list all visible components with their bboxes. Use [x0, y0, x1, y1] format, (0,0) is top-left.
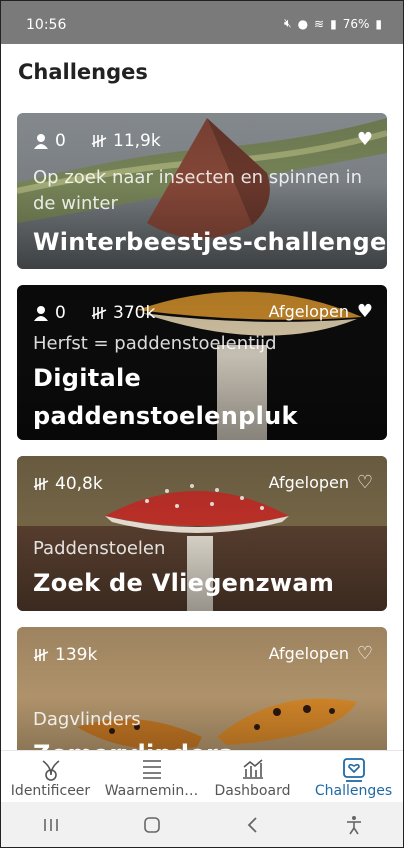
observations-stat: 40,8k	[33, 474, 103, 494]
observations-count: 370k	[113, 303, 156, 323]
observations-count: 40,8k	[55, 474, 103, 494]
tally-icon	[33, 478, 49, 490]
status-label: Afgelopen	[268, 302, 349, 321]
status-label: Afgelopen	[268, 473, 349, 492]
back-icon[interactable]	[243, 816, 263, 834]
card-subtitle: Op zoek naar insecten en spinnen in de w…	[33, 167, 363, 214]
participants-count: 0	[55, 131, 66, 151]
clock: 10:56	[26, 17, 67, 33]
nav-item-waarnemingen[interactable]: Waarnemin…	[101, 751, 202, 803]
favorite-heart-outline-icon[interactable]: ♡	[357, 474, 373, 492]
nav-item-identificeer[interactable]: Identificeer	[0, 751, 101, 803]
heart-badge-icon	[342, 758, 365, 782]
identify-icon	[42, 760, 59, 781]
tally-icon	[91, 135, 107, 147]
card-title: Winterbeestjes-challenge	[33, 228, 387, 256]
card-subtitle: Paddenstoelen	[33, 538, 166, 559]
tally-icon	[91, 307, 107, 319]
list-icon	[142, 760, 161, 779]
nav-item-dashboard[interactable]: Dashboard	[202, 751, 303, 803]
status-label: Afgelopen	[268, 644, 349, 663]
page-title: Challenges	[18, 60, 148, 84]
location-icon: ●	[297, 16, 309, 31]
favorite-heart-icon[interactable]: ♥	[357, 131, 373, 149]
mute-icon: 🔇︎	[284, 16, 292, 30]
battery-icon: ▮	[375, 16, 382, 31]
challenge-list[interactable]: 0 11,9k ♥ Op zoek naar insecten en spinn…	[0, 104, 404, 750]
observations-stat: 11,9k	[91, 131, 161, 151]
observations-count: 139k	[55, 645, 98, 665]
observations-stat: 139k	[33, 645, 97, 665]
system-navigation-bar	[0, 802, 404, 848]
card-subtitle: Dagvlinders	[33, 709, 141, 730]
signal-icon: ▮	[330, 16, 337, 31]
card-title: Zomervlinders	[33, 735, 233, 750]
person-icon	[34, 134, 48, 149]
participants-stat: 0	[33, 303, 66, 323]
nav-label: Identificeer	[10, 783, 91, 799]
nav-label: Dashboard	[214, 783, 291, 799]
status-bar: 10:56 🔇︎ ● ≋ ▮ 76% ▮	[0, 0, 404, 44]
status-icons: 🔇︎ ● ≋ ▮ 76% ▮	[284, 16, 382, 31]
chart-icon	[242, 759, 263, 779]
accessibility-icon[interactable]	[344, 815, 364, 835]
battery-level: 76%	[342, 16, 370, 31]
card-title: Zoek de Vliegenzwam	[33, 569, 335, 597]
tally-icon	[33, 649, 49, 661]
challenge-card[interactable]: 0 370k Afgelopen ♥ Herfst = paddenstoele…	[17, 285, 387, 440]
participants-count: 0	[55, 303, 66, 323]
person-icon	[34, 306, 48, 321]
nav-label: Challenges	[314, 783, 393, 799]
card-subtitle: Herfst = paddenstoelentijd	[33, 333, 277, 354]
challenge-card[interactable]: 139k Afgelopen ♡ Dagvlinders Zomervlinde…	[17, 627, 387, 750]
nav-item-challenges[interactable]: Challenges	[303, 751, 404, 803]
bottom-navigation: Identificeer Waarnemin… Dashboard Challe…	[0, 750, 404, 803]
participants-stat: 0	[33, 131, 66, 151]
challenge-card[interactable]: 0 11,9k ♥ Op zoek naar insecten en spinn…	[17, 113, 387, 269]
favorite-heart-outline-icon[interactable]: ♡	[357, 645, 373, 663]
challenge-card[interactable]: 40,8k Afgelopen ♡ Paddenstoelen Zoek de …	[17, 456, 387, 611]
card-title: Digitale paddenstoelenpluk	[33, 364, 298, 430]
wifi-icon: ≋	[314, 16, 325, 31]
observations-stat: 370k	[91, 303, 155, 323]
home-icon[interactable]	[142, 816, 162, 834]
observations-count: 11,9k	[113, 131, 161, 151]
recents-icon[interactable]	[41, 816, 61, 834]
favorite-heart-icon[interactable]: ♥	[357, 303, 373, 321]
nav-label: Waarnemin…	[104, 783, 199, 799]
